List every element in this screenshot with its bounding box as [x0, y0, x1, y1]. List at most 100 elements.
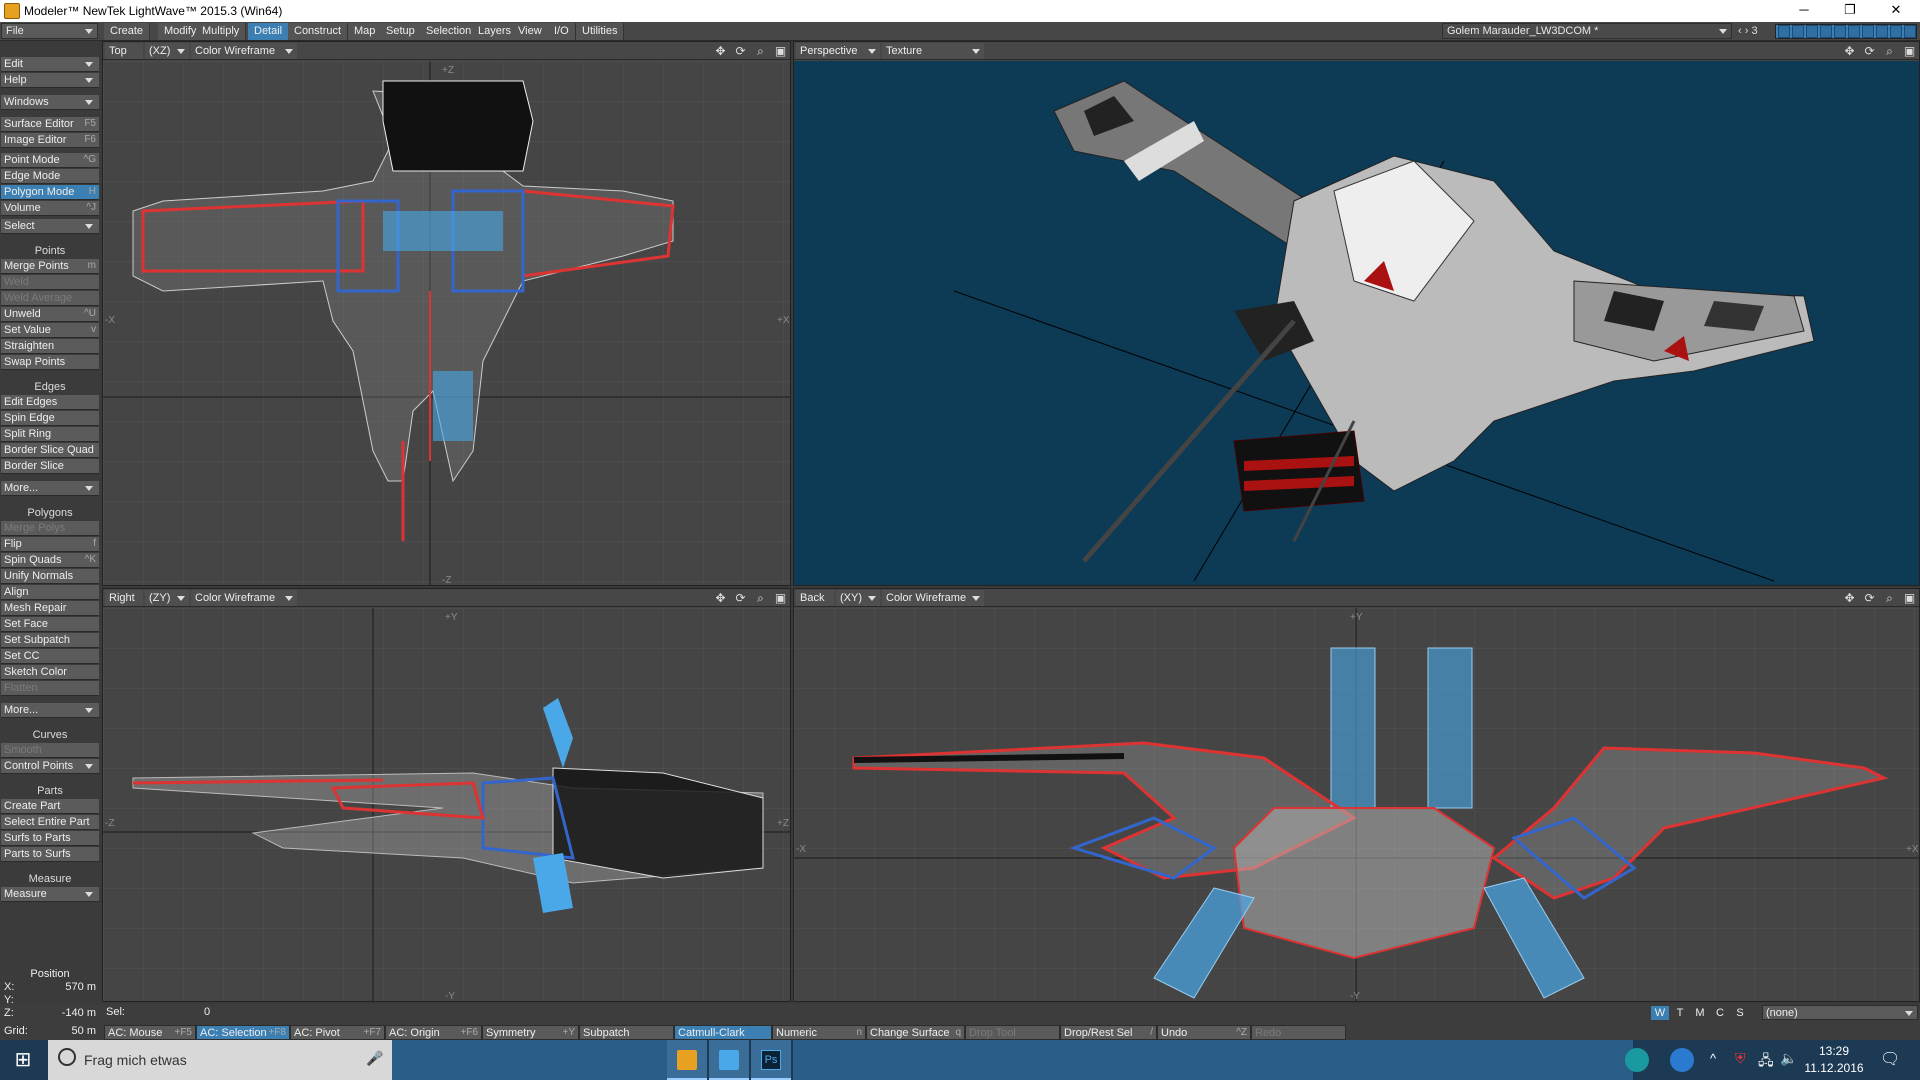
- layer-slot[interactable]: [1792, 25, 1804, 38]
- tray-shield-icon[interactable]: [1670, 1048, 1694, 1072]
- network-icon[interactable]: 🖧: [1758, 1050, 1774, 1074]
- tab-map[interactable]: Map: [348, 23, 383, 40]
- volume-icon[interactable]: 🔈: [1780, 1050, 1797, 1067]
- pan-icon[interactable]: ✥: [1842, 44, 1857, 58]
- toggle-w[interactable]: W: [1651, 1006, 1669, 1020]
- layer-slot[interactable]: [1778, 25, 1790, 38]
- layer-slot[interactable]: [1806, 25, 1818, 38]
- pan-icon[interactable]: ✥: [713, 591, 728, 605]
- select-entire-part-button[interactable]: Select Entire Part: [1, 815, 99, 830]
- toggle-c[interactable]: C: [1711, 1006, 1729, 1020]
- split-ring-button[interactable]: Split Ring: [1, 427, 99, 442]
- tab-setup[interactable]: Setup: [380, 23, 422, 40]
- microphone-icon[interactable]: 🎤: [366, 1050, 383, 1067]
- catmull-clark-button[interactable]: Catmull-Clark: [674, 1025, 772, 1040]
- flatten-button[interactable]: Flatten: [1, 681, 99, 696]
- change-surface-button[interactable]: Change Surface q: [866, 1025, 965, 1040]
- view-axis-select[interactable]: (XZ): [145, 43, 189, 59]
- top-view-canvas[interactable]: +Z -Z -X +X: [103, 61, 791, 586]
- viewport-top[interactable]: Top (XZ) Color Wireframe ✥ ⟳ ⌕ ▣ +Z -Z -…: [102, 41, 791, 586]
- layer-nav[interactable]: ‹ › 3: [1738, 25, 1758, 37]
- layer-slot[interactable]: [1904, 25, 1916, 38]
- back-view-canvas[interactable]: +Y -Y -X +X: [794, 608, 1920, 1002]
- ac-mouse-button[interactable]: AC: Mouse +F5: [104, 1025, 196, 1040]
- polygon-mode-button[interactable]: Polygon Mode H: [1, 185, 99, 200]
- spin-edge-button[interactable]: Spin Edge: [1, 411, 99, 426]
- render-mode-select[interactable]: Color Wireframe: [882, 590, 984, 606]
- tab-i-o[interactable]: I/O: [548, 23, 576, 40]
- render-mode-select[interactable]: Color Wireframe: [191, 43, 297, 59]
- maximize-icon[interactable]: ▣: [1902, 44, 1917, 58]
- tray-app-icon[interactable]: [1625, 1048, 1649, 1072]
- tab-selection[interactable]: Selection: [420, 23, 479, 40]
- layer-slot[interactable]: [1862, 25, 1874, 38]
- edge-mode-button[interactable]: Edge Mode: [1, 169, 99, 184]
- border-slice-quad-button[interactable]: Border Slice Quad: [1, 443, 99, 458]
- pan-icon[interactable]: ✥: [713, 44, 728, 58]
- search-box[interactable]: Frag mich etwas 🎤: [48, 1040, 392, 1080]
- smooth-button[interactable]: Smooth: [1, 743, 99, 758]
- numeric-button[interactable]: Numeric n: [772, 1025, 866, 1040]
- photoshop-taskbar-icon[interactable]: Ps: [751, 1040, 791, 1080]
- file-menu[interactable]: File: [1, 23, 98, 39]
- render-mode-select[interactable]: Texture: [882, 43, 984, 59]
- edit-button[interactable]: Edit: [1, 57, 99, 72]
- lightwave-taskbar-icon[interactable]: [667, 1040, 707, 1080]
- object-select[interactable]: Golem Marauder_LW3DCOM *: [1442, 23, 1732, 39]
- set-face-button[interactable]: Set Face: [1, 617, 99, 632]
- ac-selection-button[interactable]: AC: Selection +F8: [196, 1025, 290, 1040]
- flip-button[interactable]: Flip f: [1, 537, 99, 552]
- spin-quads-button[interactable]: Spin Quads ^K: [1, 553, 99, 568]
- layer-slot[interactable]: [1820, 25, 1832, 38]
- select-button[interactable]: Select: [1, 219, 99, 234]
- mesh-repair-button[interactable]: Mesh Repair: [1, 601, 99, 616]
- right-view-canvas[interactable]: +Y -Y -Z +Z: [103, 608, 791, 1002]
- merge-polys-button[interactable]: Merge Polys: [1, 521, 99, 536]
- swap-points-button[interactable]: Swap Points: [1, 355, 99, 370]
- viewport-perspective[interactable]: Perspective Texture ✥ ⟳ ⌕ ▣: [793, 41, 1920, 586]
- pan-icon[interactable]: ✥: [1842, 591, 1857, 605]
- toggle-s[interactable]: S: [1731, 1006, 1749, 1020]
- viewport-back[interactable]: Back (XY) Color Wireframe ✥ ⟳ ⌕ ▣ +Y -Y …: [793, 588, 1920, 1002]
- volume-button[interactable]: Volume ^J: [1, 201, 99, 216]
- close-button[interactable]: ✕: [1876, 0, 1916, 22]
- clock-time[interactable]: 13:29: [1806, 1044, 1862, 1058]
- tray-chevron-icon[interactable]: ^: [1710, 1051, 1716, 1066]
- undo-button[interactable]: Undo ^Z: [1157, 1025, 1251, 1040]
- tab-utilities[interactable]: Utilities: [576, 23, 625, 40]
- more-edges-button[interactable]: More...: [1, 481, 99, 496]
- weld-button[interactable]: Weld: [1, 275, 99, 290]
- rotate-icon[interactable]: ⟳: [733, 44, 748, 58]
- align-button[interactable]: Align: [1, 585, 99, 600]
- control-points-button[interactable]: Control Points: [1, 759, 99, 774]
- restore-button[interactable]: ❐: [1830, 0, 1870, 22]
- surfs-to-parts-button[interactable]: Surfs to Parts: [1, 831, 99, 846]
- help-button[interactable]: Help: [1, 73, 99, 88]
- tab-construct[interactable]: Construct: [288, 23, 349, 40]
- set-value-button[interactable]: Set Value v: [1, 323, 99, 338]
- rotate-icon[interactable]: ⟳: [1862, 591, 1877, 605]
- layer-slot[interactable]: [1848, 25, 1860, 38]
- weld-average-button[interactable]: Weld Average: [1, 291, 99, 306]
- layout-taskbar-icon[interactable]: [709, 1040, 749, 1080]
- redo-button[interactable]: Redo: [1251, 1025, 1346, 1040]
- drop-tool-button[interactable]: Drop Tool: [965, 1025, 1060, 1040]
- antivirus-icon[interactable]: ⛨: [1735, 1050, 1746, 1067]
- border-slice-button[interactable]: Border Slice: [1, 459, 99, 474]
- tab-view[interactable]: View: [512, 23, 549, 40]
- unweld-button[interactable]: Unweld ^U: [1, 307, 99, 322]
- maximize-icon[interactable]: ▣: [773, 44, 788, 58]
- layer-slot[interactable]: [1876, 25, 1888, 38]
- layer-slot[interactable]: [1834, 25, 1846, 38]
- vmap-select[interactable]: (none): [1762, 1005, 1918, 1020]
- zoom-icon[interactable]: ⌕: [1882, 44, 1897, 58]
- straighten-button[interactable]: Straighten: [1, 339, 99, 354]
- point-mode-button[interactable]: Point Mode ^G: [1, 153, 99, 168]
- ac-pivot-button[interactable]: AC: Pivot +F7: [290, 1025, 385, 1040]
- viewport-right[interactable]: Right (ZY) Color Wireframe ✥ ⟳ ⌕ ▣ +Y -Y…: [102, 588, 791, 1002]
- unify-normals-button[interactable]: Unify Normals: [1, 569, 99, 584]
- more-polygons-button[interactable]: More...: [1, 703, 99, 718]
- merge-points-button[interactable]: Merge Points m: [1, 259, 99, 274]
- sketch-color-button[interactable]: Sketch Color: [1, 665, 99, 680]
- set-subpatch-button[interactable]: Set Subpatch: [1, 633, 99, 648]
